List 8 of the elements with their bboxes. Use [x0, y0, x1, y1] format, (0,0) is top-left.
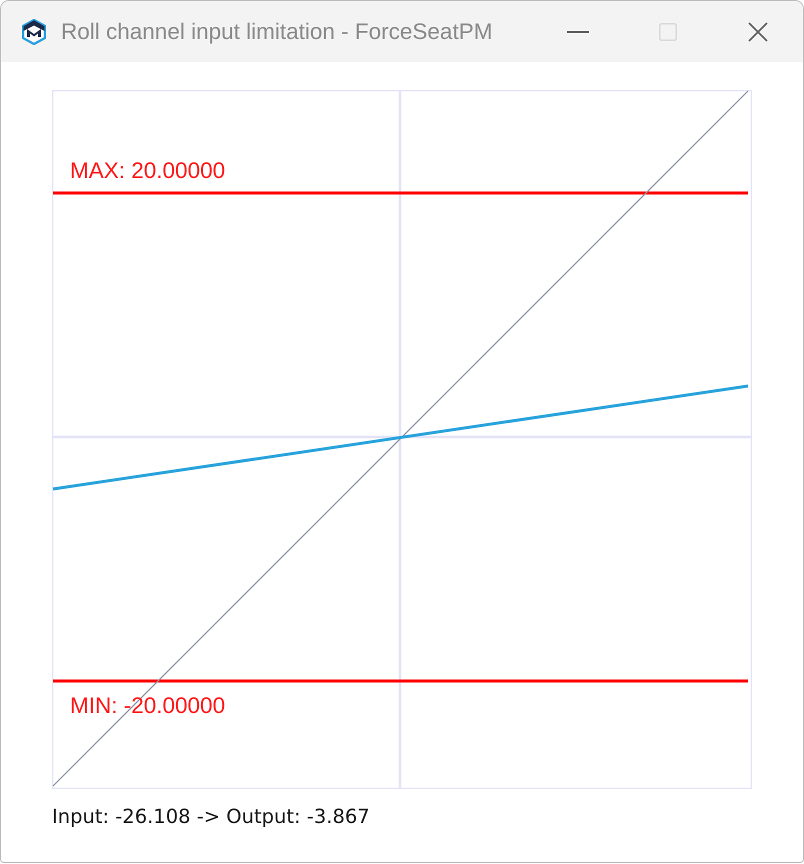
close-icon: [748, 22, 768, 42]
max-limit-label: MAX: 20.00000: [70, 158, 226, 183]
status-text: Input: -26.108 -> Output: -3.867: [52, 805, 370, 828]
min-limit-label: MIN: -20.00000: [70, 693, 226, 718]
cube-icon: [22, 18, 46, 44]
maximize-icon: [659, 22, 677, 40]
minimize-icon: [567, 30, 589, 32]
window-title: Roll channel input limitation - ForceSeatPM: [61, 18, 492, 44]
